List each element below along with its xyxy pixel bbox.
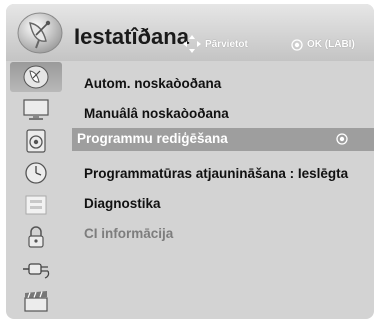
menu-item-label: Programmu rediģēšana [77,131,228,146]
ok-button-icon [291,39,303,51]
sidebar-item-lock[interactable] [10,222,62,252]
options-icon [25,195,47,215]
sidebar-item-options[interactable] [10,190,62,220]
sidebar-item-input[interactable] [10,254,62,284]
category-sidebar [10,62,62,319]
hint-ok-label: OK (LABI) [307,39,355,50]
menu-item-diagnostics[interactable]: Diagnostika [84,196,161,211]
settings-osd-panel: Iestatîðana Pārvietot OK (LABI) Autom. n… [6,4,374,319]
speaker-icon [26,129,46,153]
sidebar-item-audio[interactable] [10,126,62,156]
clapperboard-icon [24,291,48,312]
sidebar-item-picture[interactable] [10,94,62,124]
lock-icon [28,226,44,248]
tv-screen-icon [23,99,49,120]
satellite-dish-icon [23,65,49,89]
menu-item-software-update[interactable]: Programmatūras atjaunināšana : Ieslēgta [84,166,348,181]
input-plug-icon [23,263,50,279]
sidebar-item-time[interactable] [10,158,62,188]
menu-item-ci-information: CI informācija [84,226,174,241]
setup-menu-list: Autom. noskaòoðana Manuâlâ noskaòoðana P… [72,62,374,319]
hint-move-label: Pārvietot [205,39,248,50]
navigation-arrows-icon [183,35,201,53]
menu-item-auto-tuning[interactable]: Autom. noskaòoðana [84,76,221,91]
clock-icon [25,162,47,184]
menu-header: Iestatîðana Pārvietot OK (LABI) [6,4,374,61]
ok-button-icon [336,133,348,145]
satellite-dish-icon [17,12,63,54]
sidebar-item-setup[interactable] [10,62,62,92]
menu-item-programme-edit[interactable]: Programmu rediģēšana [72,128,374,151]
sidebar-item-media[interactable] [10,286,62,316]
page-title: Iestatîðana [74,24,189,49]
menu-item-manual-tuning[interactable]: Manuâlâ noskaòoðana [84,106,229,121]
